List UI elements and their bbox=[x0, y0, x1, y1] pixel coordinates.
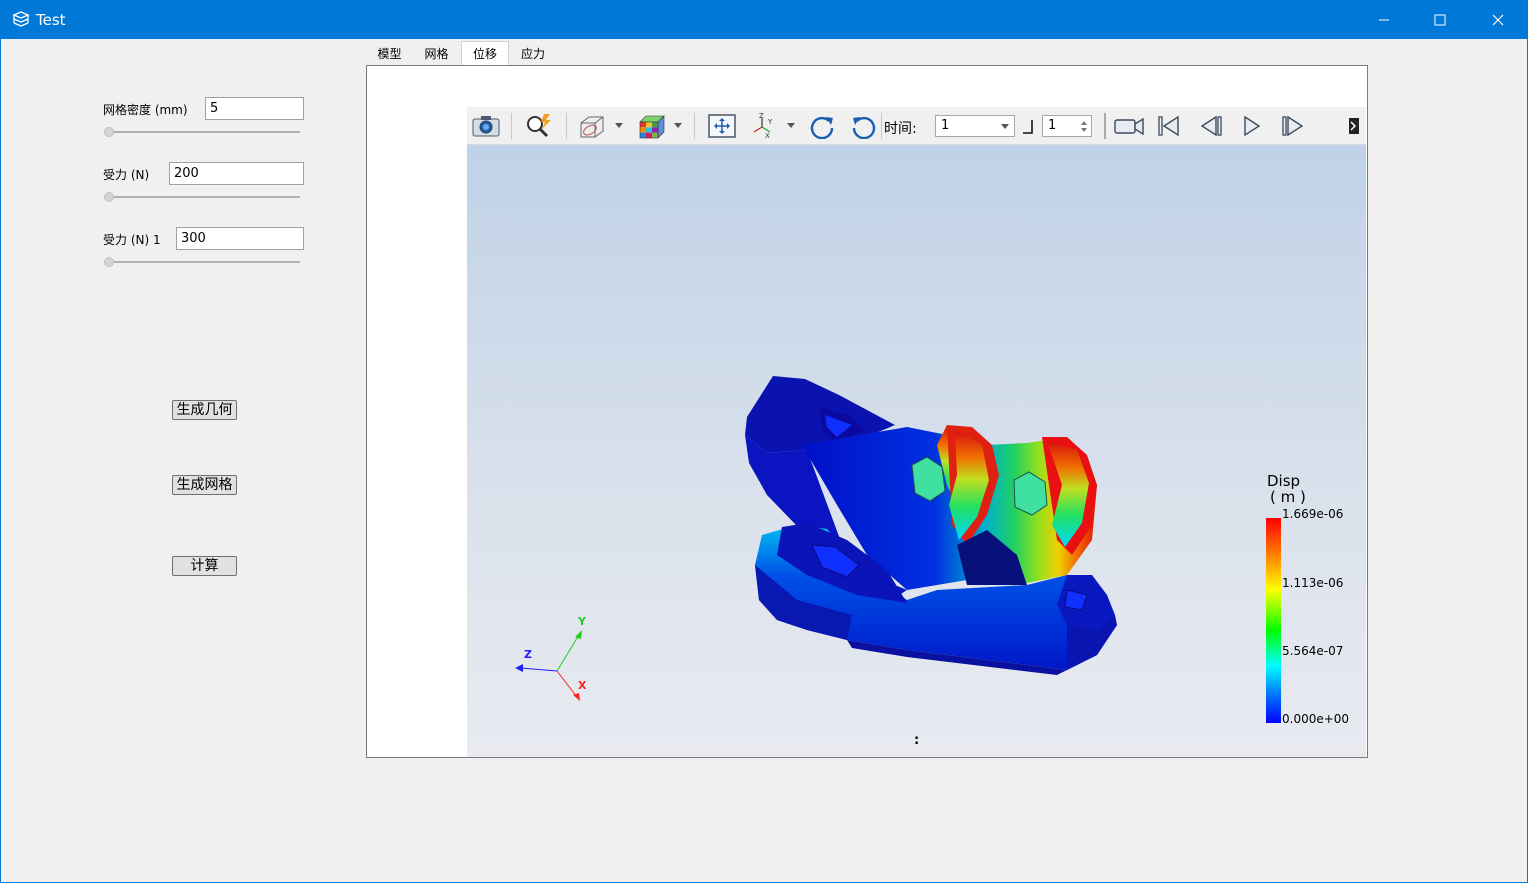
clip-plane-icon bbox=[580, 116, 604, 138]
z-axis-label: Z bbox=[524, 648, 532, 661]
mesh-density-input[interactable] bbox=[205, 97, 304, 120]
title-bar[interactable]: Test bbox=[1, 1, 1527, 39]
close-icon bbox=[1492, 14, 1504, 26]
screenshot-button[interactable] bbox=[469, 111, 503, 141]
fit-view-button[interactable] bbox=[705, 111, 739, 141]
slider-track bbox=[104, 196, 300, 198]
color-cube-icon bbox=[639, 115, 665, 139]
chevron-down-icon[interactable] bbox=[615, 123, 623, 128]
displacement-model bbox=[745, 376, 1117, 675]
spin-down-icon[interactable] bbox=[1081, 128, 1087, 132]
mesh-density-label: 网格密度 (mm) bbox=[103, 103, 188, 117]
axes-orient-icon: Z Y X bbox=[753, 113, 773, 139]
record-video-icon bbox=[1114, 117, 1144, 136]
scalar-tick-min: 0.000e+00 bbox=[1282, 712, 1350, 726]
prev-frame-icon bbox=[1200, 115, 1222, 137]
chevron-down-icon[interactable] bbox=[787, 123, 795, 128]
corner-mark-icon bbox=[1023, 120, 1033, 134]
record-button[interactable] bbox=[1112, 111, 1146, 141]
status-text: : bbox=[914, 733, 920, 748]
maximize-icon bbox=[1434, 14, 1446, 26]
next-frame-button[interactable] bbox=[1276, 111, 1310, 141]
rotate-ccw-button[interactable] bbox=[847, 111, 881, 141]
svg-text:Z: Z bbox=[759, 113, 764, 120]
window-title: Test bbox=[36, 11, 66, 29]
mesh-density-slider[interactable] bbox=[104, 126, 300, 138]
y-axis-label: Y bbox=[578, 615, 586, 628]
scalar-tick-max: 1.669e-06 bbox=[1282, 507, 1344, 521]
rotate-ccw-icon bbox=[852, 116, 876, 139]
force-2-label: 受力 (N) 1 bbox=[103, 233, 161, 247]
tab-stress[interactable]: 应力 bbox=[509, 43, 557, 66]
slider-track bbox=[104, 131, 300, 133]
viewer-toolbar: Z Y X 时间: 1 1 bbox=[467, 107, 1366, 145]
time-label: 时间: bbox=[884, 121, 917, 137]
toolbar-separator bbox=[881, 113, 882, 139]
close-button[interactable] bbox=[1469, 1, 1527, 39]
chevron-down-icon bbox=[1001, 124, 1009, 129]
toolbar-separator bbox=[1104, 113, 1106, 139]
camera-icon bbox=[472, 116, 500, 137]
time-select-value: 1 bbox=[941, 118, 950, 133]
fit-view-icon bbox=[708, 114, 736, 138]
slider-thumb[interactable] bbox=[104, 257, 114, 267]
spin-up-icon[interactable] bbox=[1081, 121, 1087, 125]
force-2-slider[interactable] bbox=[104, 256, 300, 268]
generate-geometry-button[interactable]: 生成几何 bbox=[172, 400, 237, 420]
zoom-magic-icon bbox=[527, 114, 551, 138]
force-2-input[interactable] bbox=[176, 227, 304, 250]
scalar-tick-1: 5.564e-07 bbox=[1282, 644, 1344, 658]
x-axis-label: X bbox=[578, 679, 587, 692]
toolbar-separator bbox=[511, 113, 512, 139]
force-1-label: 受力 (N) bbox=[103, 168, 150, 182]
orientation-button[interactable]: Z Y X bbox=[748, 111, 782, 141]
frame-spinbox[interactable]: 1 bbox=[1042, 115, 1092, 137]
toolbar-separator bbox=[566, 113, 567, 139]
minimize-icon bbox=[1379, 19, 1389, 21]
tab-mesh[interactable]: 网格 bbox=[413, 43, 460, 66]
app-icon bbox=[12, 11, 30, 27]
play-icon bbox=[1244, 115, 1261, 137]
scalar-bar-unit: ( m ) bbox=[1270, 488, 1306, 506]
svg-text:Y: Y bbox=[767, 118, 773, 126]
more-icon bbox=[1349, 118, 1359, 134]
toolbar-separator bbox=[694, 113, 695, 139]
zoom-button[interactable] bbox=[522, 111, 556, 141]
render-canvas[interactable]: Y Z X Disp ( m ) 1.669e-06 1.113e-06 5.5… bbox=[467, 145, 1366, 757]
x-axis bbox=[556, 670, 578, 698]
slider-track bbox=[104, 261, 300, 263]
play-button[interactable] bbox=[1235, 111, 1269, 141]
toolbar-overflow-button[interactable] bbox=[1340, 111, 1366, 141]
chevron-down-icon[interactable] bbox=[674, 123, 682, 128]
force-1-input[interactable] bbox=[169, 162, 304, 185]
scalar-color-bar bbox=[1266, 518, 1281, 723]
app-window: Test 网格密度 (mm) 受力 (N) 受力 (N) 1 生成几何 生成网格… bbox=[0, 0, 1528, 883]
slider-thumb[interactable] bbox=[104, 192, 114, 202]
first-frame-button[interactable] bbox=[1152, 111, 1186, 141]
next-frame-icon bbox=[1282, 115, 1304, 137]
z-axis bbox=[520, 667, 558, 672]
tab-displacement[interactable]: 位移 bbox=[461, 41, 509, 67]
result-viewer: Z Y X 时间: 1 1 Y Z X Disp (m) 1.669e-06… bbox=[467, 107, 1366, 757]
clip-button[interactable] bbox=[575, 111, 609, 141]
time-select[interactable]: 1 bbox=[935, 115, 1015, 137]
frame-spinbox-value: 1 bbox=[1048, 118, 1057, 133]
minimize-button[interactable] bbox=[1355, 1, 1413, 39]
generate-mesh-button[interactable]: 生成网格 bbox=[172, 475, 237, 495]
svg-text:X: X bbox=[765, 132, 770, 139]
rotate-cw-icon bbox=[810, 116, 834, 139]
maximize-button[interactable] bbox=[1411, 1, 1469, 39]
force-1-slider[interactable] bbox=[104, 191, 300, 203]
slider-thumb[interactable] bbox=[104, 127, 114, 137]
compute-button[interactable]: 计算 bbox=[172, 556, 237, 576]
scalar-tick-2: 1.113e-06 bbox=[1282, 576, 1344, 590]
prev-frame-button[interactable] bbox=[1194, 111, 1228, 141]
color-map-button[interactable] bbox=[634, 111, 668, 141]
rotate-cw-button[interactable] bbox=[805, 111, 839, 141]
tab-model[interactable]: 模型 bbox=[366, 43, 413, 66]
y-axis bbox=[556, 634, 580, 672]
first-frame-icon bbox=[1158, 115, 1179, 137]
